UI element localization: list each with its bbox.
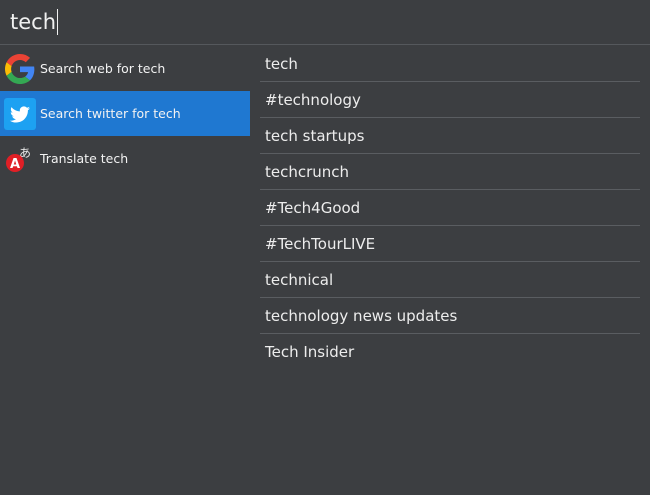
suggestion-item[interactable]: #Tech4Good bbox=[260, 190, 640, 226]
search-bar[interactable]: tech bbox=[0, 0, 650, 45]
search-twitter-label: Search twitter for tech bbox=[40, 106, 181, 121]
translate-label: Translate tech bbox=[40, 151, 129, 166]
suggestion-list: tech #technology tech startups techcrunc… bbox=[260, 46, 640, 370]
svg-text:A: A bbox=[10, 157, 20, 172]
search-web-action[interactable]: Search web for tech bbox=[0, 46, 250, 91]
suggestion-item[interactable]: Tech Insider bbox=[260, 334, 640, 370]
suggestion-item[interactable]: techcrunch bbox=[260, 154, 640, 190]
suggestion-item[interactable]: #technology bbox=[260, 82, 640, 118]
search-web-label: Search web for tech bbox=[40, 61, 166, 76]
suggestion-item[interactable]: technology news updates bbox=[260, 298, 640, 334]
suggestion-item[interactable]: technical bbox=[260, 262, 640, 298]
search-query-text: tech bbox=[10, 10, 57, 34]
suggestion-item[interactable]: tech startups bbox=[260, 118, 640, 154]
suggestion-item[interactable]: tech bbox=[260, 46, 640, 82]
search-twitter-action[interactable]: Search twitter for tech bbox=[0, 91, 250, 136]
text-caret bbox=[57, 9, 59, 35]
action-list: Search web for tech Search twitter for t… bbox=[0, 46, 250, 181]
twitter-icon bbox=[4, 97, 36, 130]
search-input[interactable]: tech bbox=[10, 8, 59, 36]
google-icon bbox=[4, 53, 36, 85]
translate-icon: あ A bbox=[4, 143, 36, 175]
suggestion-item[interactable]: #TechTourLIVE bbox=[260, 226, 640, 262]
translate-action[interactable]: あ A Translate tech bbox=[0, 136, 250, 181]
